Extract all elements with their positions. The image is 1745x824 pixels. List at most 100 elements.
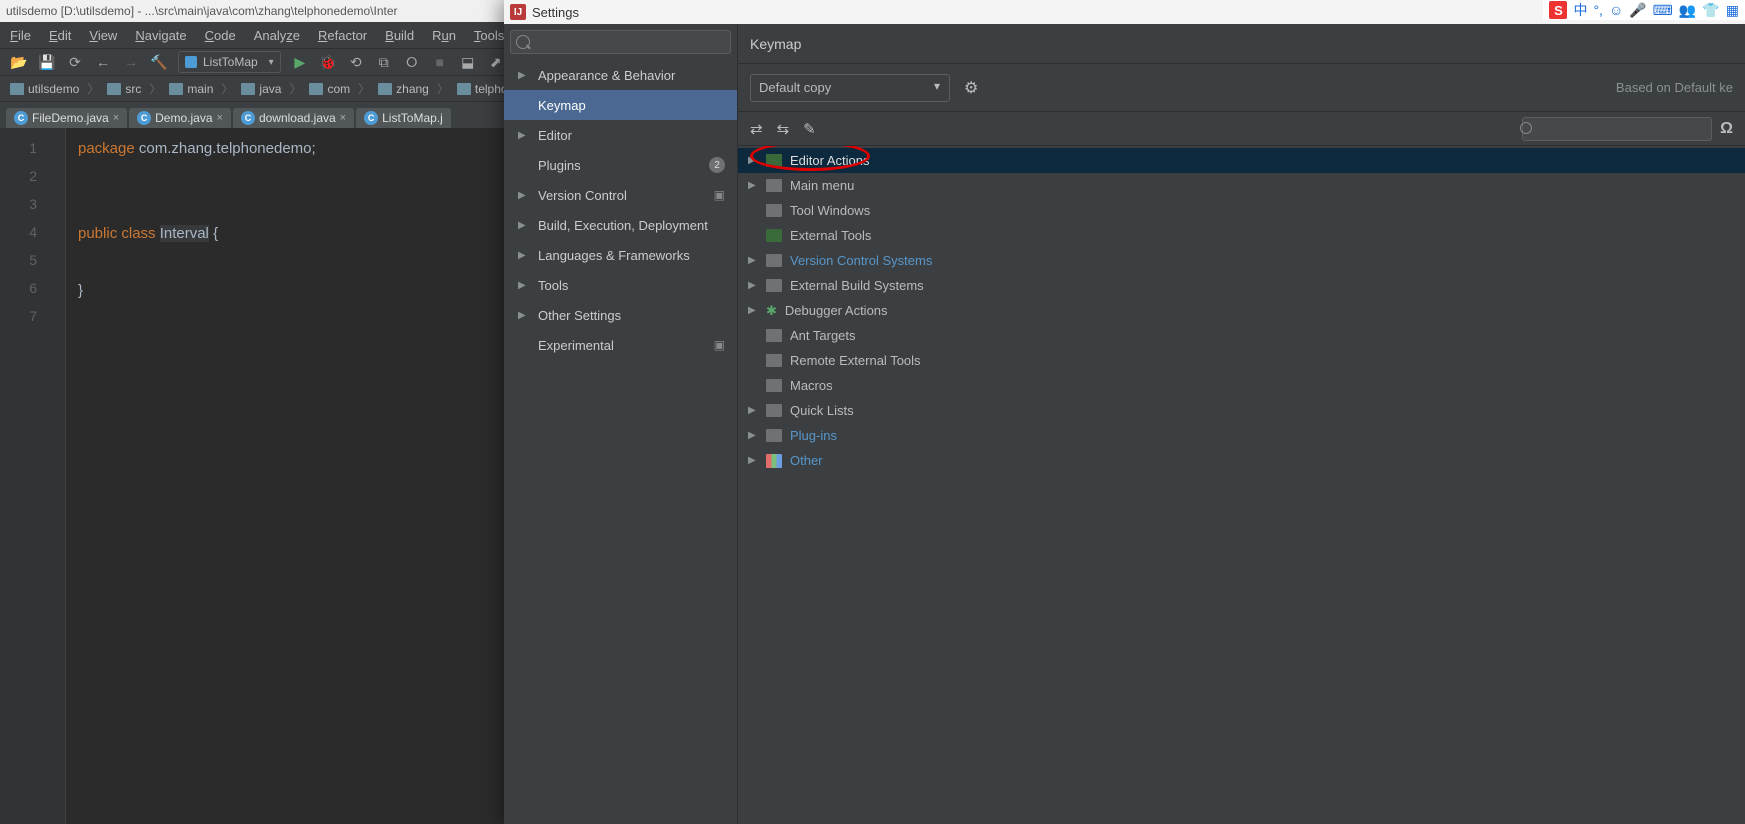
crumb-com[interactable]: com (305, 82, 354, 96)
menu-refactor[interactable]: Refactor (318, 28, 367, 43)
folder-icon (766, 179, 782, 192)
menu-edit[interactable]: Edit (49, 28, 71, 43)
edit-shortcut-icon[interactable]: ✎ (803, 120, 816, 138)
folder-green-icon (766, 229, 782, 242)
keymap-search-input[interactable] (1522, 117, 1712, 141)
folder-icon (766, 254, 782, 267)
nav-experimental[interactable]: Experimental▣ (504, 330, 737, 360)
tree-plugins[interactable]: ▶Plug-ins (738, 423, 1745, 448)
settings-title: Settings (532, 5, 579, 20)
crumb-java[interactable]: java (237, 82, 285, 96)
nav-appearance[interactable]: ▶Appearance & Behavior (504, 60, 737, 90)
nav-search-input[interactable] (510, 30, 731, 54)
tree-main-menu[interactable]: ▶Main menu (738, 173, 1745, 198)
menu-code[interactable]: Code (205, 28, 236, 43)
crumb-zhang[interactable]: zhang (374, 82, 433, 96)
crumb-utilsdemo[interactable]: utilsdemo (6, 82, 83, 96)
class-icon: C (241, 111, 255, 125)
nav-plugins[interactable]: Plugins2 (504, 150, 737, 180)
crumb-main[interactable]: main (165, 82, 217, 96)
close-icon[interactable]: × (113, 112, 119, 124)
back-icon[interactable]: ← (94, 53, 112, 71)
intellij-icon: IJ (510, 4, 526, 20)
nav-languages[interactable]: ▶Languages & Frameworks (504, 240, 737, 270)
settings-nav: ▶Appearance & Behavior Keymap ▶Editor Pl… (504, 24, 738, 824)
tab-download[interactable]: Cdownload.java× (233, 108, 354, 128)
find-action-icon[interactable]: Ω (1720, 120, 1733, 138)
menu-build[interactable]: Build (385, 28, 414, 43)
tray-shirt-icon[interactable]: 👕 (1702, 2, 1719, 19)
run-icon[interactable]: ▶ (291, 53, 309, 71)
nav-editor[interactable]: ▶Editor (504, 120, 737, 150)
tree-vcs[interactable]: ▶Version Control Systems (738, 248, 1745, 273)
tray-grid-icon[interactable]: ▦ (1726, 2, 1739, 19)
sogou-ime-icon[interactable]: S (1549, 1, 1567, 19)
menu-analyze[interactable]: Analyze (254, 28, 300, 43)
run-config-select[interactable]: ListToMap (178, 51, 281, 73)
debug-icon[interactable]: 🐞 (319, 53, 337, 71)
tray-icon[interactable]: °, (1593, 2, 1603, 18)
tab-filedemo[interactable]: CFileDemo.java× (6, 108, 127, 128)
gutter: 1234567 (0, 128, 66, 824)
gear-icon[interactable]: ⚙ (964, 78, 978, 98)
based-on-label: Based on Default ke (1616, 80, 1733, 95)
tray-face-icon[interactable]: ☺ (1609, 2, 1623, 18)
settings-main: Keymap Default copy ⚙ Based on Default k… (738, 24, 1745, 824)
tree-editor-actions[interactable]: ▶Editor Actions (738, 148, 1745, 173)
folder-icon (766, 404, 782, 417)
tray-keyboard-icon[interactable]: ⌨ (1653, 2, 1673, 19)
tree-external-build[interactable]: ▶External Build Systems (738, 273, 1745, 298)
menu-run[interactable]: Run (432, 28, 456, 43)
bug-icon: ✱ (766, 303, 777, 319)
forward-icon[interactable]: → (122, 53, 140, 71)
other-icon (766, 454, 782, 468)
profile-icon[interactable]: ⧉ (375, 53, 393, 71)
folder-icon (766, 354, 782, 367)
nav-build[interactable]: ▶Build, Execution, Deployment (504, 210, 737, 240)
tree-external-tools[interactable]: ▶External Tools (738, 223, 1745, 248)
tray-mic-icon[interactable]: 🎤 (1629, 2, 1646, 19)
menu-navigate[interactable]: Navigate (135, 28, 186, 43)
nav-vcs[interactable]: ▶Version Control▣ (504, 180, 737, 210)
nav-keymap[interactable]: Keymap (504, 90, 737, 120)
update-icon[interactable]: ⬈ (487, 53, 505, 71)
tree-quick-lists[interactable]: ▶Quick Lists (738, 398, 1745, 423)
project-icon: ▣ (714, 338, 725, 352)
tree-other[interactable]: ▶Other (738, 448, 1745, 473)
nav-search[interactable] (510, 30, 731, 54)
menu-view[interactable]: View (89, 28, 117, 43)
tree-remote-external[interactable]: ▶Remote External Tools (738, 348, 1745, 373)
tab-demo[interactable]: CDemo.java× (129, 108, 231, 128)
tray-people-icon[interactable]: 👥 (1679, 2, 1696, 19)
save-icon[interactable]: 💾 (38, 53, 56, 71)
ime-lang-icon[interactable]: 中 (1573, 0, 1587, 20)
class-icon: C (14, 111, 28, 125)
close-icon[interactable]: × (217, 112, 223, 124)
stop-icon[interactable]: ■ (431, 53, 449, 71)
tree-debugger-actions[interactable]: ▶✱Debugger Actions (738, 298, 1745, 323)
collapse-tree-icon[interactable]: ⇆ (777, 120, 790, 138)
keymap-scheme-select[interactable]: Default copy (750, 74, 950, 102)
open-icon[interactable]: 📂 (10, 53, 28, 71)
vcs-icon[interactable]: ⬓ (459, 53, 477, 71)
folder-icon (766, 279, 782, 292)
refresh-icon[interactable]: ⟳ (66, 53, 84, 71)
tree-macros[interactable]: ▶Macros (738, 373, 1745, 398)
nav-other[interactable]: ▶Other Settings (504, 300, 737, 330)
expand-tree-icon[interactable]: ⇄ (750, 120, 763, 138)
class-icon: C (364, 111, 378, 125)
tree-tool-windows[interactable]: ▶Tool Windows (738, 198, 1745, 223)
close-icon[interactable]: × (340, 112, 346, 124)
folder-icon (766, 429, 782, 442)
folder-icon (766, 379, 782, 392)
attach-icon[interactable]: ⭘ (403, 53, 421, 71)
nav-tools[interactable]: ▶Tools (504, 270, 737, 300)
menu-file[interactable]: File (10, 28, 31, 43)
menu-tools[interactable]: Tools (474, 28, 504, 43)
coverage-icon[interactable]: ⟲ (347, 53, 365, 71)
tab-listtomap[interactable]: CListToMap.j (356, 108, 451, 128)
crumb-src[interactable]: src (103, 82, 145, 96)
build-icon[interactable]: 🔨 (150, 53, 168, 71)
tree-ant-targets[interactable]: ▶Ant Targets (738, 323, 1745, 348)
folder-icon (766, 204, 782, 217)
